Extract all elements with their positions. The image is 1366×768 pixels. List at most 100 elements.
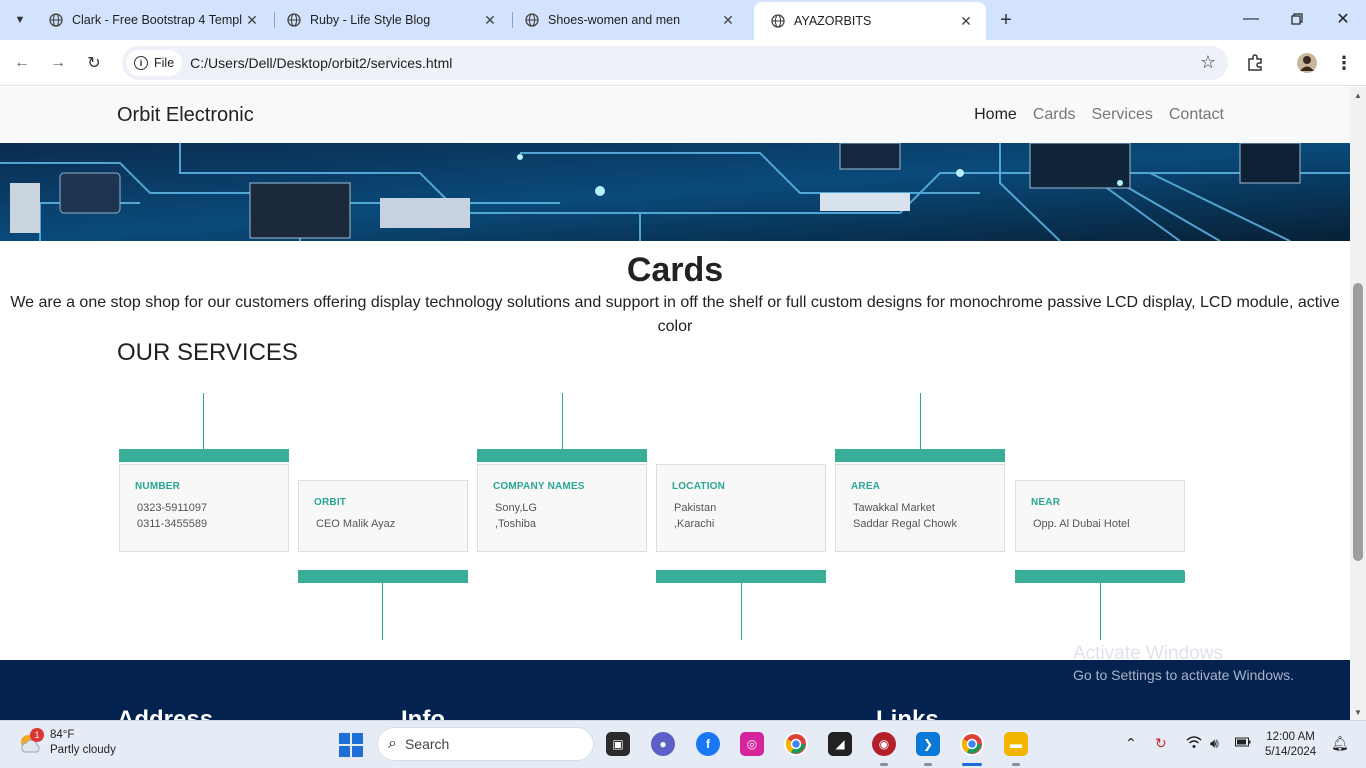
- service-line: Opp. Al Dubai Hotel: [1033, 518, 1130, 530]
- address-bar[interactable]: i File C:/Users/Dell/Desktop/orbit2/serv…: [122, 46, 1228, 80]
- scroll-up-arrow-icon[interactable]: ▲: [1350, 87, 1366, 103]
- sync-icon[interactable]: ↻: [1155, 735, 1167, 752]
- weather-widget[interactable]: 1 84°F Partly cloudy: [18, 728, 116, 758]
- tab-search-chevron-icon[interactable]: ▼: [8, 8, 32, 32]
- nav-cards[interactable]: Cards: [1033, 106, 1076, 124]
- timeline-bar: [298, 570, 468, 583]
- extensions-puzzle-icon[interactable]: [1244, 52, 1266, 74]
- close-tab-icon[interactable]: ✕: [956, 11, 976, 31]
- tab-ruby[interactable]: Ruby - Life Style Blog ✕: [270, 0, 510, 40]
- minimize-icon[interactable]: —: [1240, 8, 1262, 30]
- nav-services[interactable]: Services: [1092, 106, 1153, 124]
- windows-start-icon[interactable]: [339, 733, 363, 757]
- camera-app-icon[interactable]: ◉: [872, 732, 896, 756]
- volume-icon[interactable]: 🔊︎: [1210, 735, 1219, 752]
- page-viewport: Orbit Electronic Home Cards Services Con…: [0, 87, 1350, 720]
- service-card-company-names: COMPANY NAMES Sony,LG ,Toshiba: [477, 464, 647, 552]
- bookmark-star-icon[interactable]: ☆: [1200, 52, 1216, 73]
- nav-links: Home Cards Services Contact: [974, 106, 1224, 124]
- running-indicator: [1012, 763, 1020, 766]
- vscode-icon[interactable]: ❯: [916, 732, 940, 756]
- menu-kebab-icon[interactable]: ⋮: [1333, 52, 1355, 74]
- timeline-bar: [656, 570, 826, 583]
- timeline-bar: [119, 449, 289, 462]
- tab-shoes[interactable]: Shoes-women and men ✕: [508, 0, 748, 40]
- activate-windows-watermark: Activate Windows Go to Settings to activ…: [1073, 643, 1294, 683]
- active-app-indicator: [962, 763, 982, 766]
- service-title: COMPANY NAMES: [493, 481, 585, 492]
- service-line: CEO Malik Ayaz: [316, 518, 396, 530]
- footer-heading-links: Links: [876, 706, 939, 720]
- tab-clark[interactable]: Clark - Free Bootstrap 4 Templa ✕: [32, 0, 272, 40]
- meet-chat-icon[interactable]: ●: [651, 732, 675, 756]
- timeline-stem: [920, 393, 921, 449]
- timeline-bar: [835, 449, 1005, 462]
- back-arrow-icon[interactable]: ←: [10, 51, 34, 75]
- footer-heading-info: Info: [401, 706, 445, 720]
- service-line: Saddar Regal Chowk: [853, 518, 957, 530]
- new-tab-icon[interactable]: +: [995, 9, 1017, 31]
- chrome-icon[interactable]: [784, 732, 808, 756]
- running-indicator: [924, 763, 932, 766]
- service-title: NEAR: [1031, 497, 1061, 508]
- restore-icon[interactable]: [1286, 8, 1308, 30]
- notification-badge: 1: [30, 728, 44, 742]
- service-line: 0311-3455589: [137, 518, 208, 530]
- service-line: 0323-5911097: [137, 502, 208, 514]
- info-icon: i: [134, 56, 148, 70]
- battery-icon[interactable]: [1235, 735, 1251, 751]
- file-explorer-icon[interactable]: ▬: [1004, 732, 1028, 756]
- browser-toolbar: ← → ↻ i File C:/Users/Dell/Desktop/orbit…: [0, 40, 1366, 86]
- wifi-icon[interactable]: [1186, 735, 1202, 752]
- close-tab-icon[interactable]: ✕: [718, 10, 738, 30]
- forward-arrow-icon[interactable]: →: [46, 51, 70, 75]
- timeline-stem: [382, 583, 383, 640]
- instagram-icon[interactable]: ◎: [740, 732, 764, 756]
- service-title: LOCATION: [672, 481, 726, 492]
- notification-bell-icon[interactable]: 🔔︎: [1331, 735, 1349, 752]
- site-chip-label: File: [154, 56, 175, 70]
- site-info-chip[interactable]: i File: [126, 50, 183, 76]
- nav-contact[interactable]: Contact: [1169, 106, 1224, 124]
- taskbar-search[interactable]: ⌕ Search: [377, 727, 594, 761]
- close-tab-icon[interactable]: ✕: [242, 10, 262, 30]
- sticky-notes-icon[interactable]: ◢: [828, 732, 852, 756]
- timeline-stem: [1100, 583, 1101, 640]
- profile-avatar[interactable]: [1296, 52, 1318, 74]
- page-scrollbar[interactable]: ▲ ▼: [1350, 87, 1366, 720]
- site-navbar: Orbit Electronic Home Cards Services Con…: [0, 87, 1350, 143]
- chrome-profile-icon[interactable]: [960, 732, 984, 756]
- tab-ayazorbits[interactable]: AYAZORBITS ✕: [754, 2, 986, 40]
- running-indicator: [880, 763, 888, 766]
- globe-icon: [286, 12, 302, 28]
- service-card-area: AREA Tawakkal Market Saddar Regal Chowk: [835, 464, 1005, 552]
- scrollbar-thumb[interactable]: [1353, 283, 1363, 561]
- activate-subtitle: Go to Settings to activate Windows.: [1073, 667, 1294, 683]
- clock-time: 12:00 AM: [1266, 731, 1315, 743]
- service-title: AREA: [851, 481, 881, 492]
- service-title: ORBIT: [314, 497, 347, 508]
- reload-icon[interactable]: ↻: [82, 51, 106, 75]
- tray-chevron-up-icon[interactable]: ⌃: [1125, 735, 1137, 752]
- site-brand[interactable]: Orbit Electronic: [117, 104, 254, 127]
- service-card-number: NUMBER 0323-5911097 0311-3455589: [119, 464, 289, 552]
- service-card-location: LOCATION Pakistan ,Karachi: [656, 464, 826, 552]
- timeline-bar: [1015, 570, 1185, 583]
- close-window-icon[interactable]: ✕: [1332, 8, 1354, 30]
- tab-title: Clark - Free Bootstrap 4 Templa: [72, 13, 242, 27]
- globe-icon: [48, 12, 64, 28]
- activate-title: Activate Windows: [1073, 643, 1223, 664]
- close-tab-icon[interactable]: ✕: [480, 10, 500, 30]
- service-line: Sony,LG: [495, 502, 537, 514]
- search-icon: ⌕: [388, 735, 397, 752]
- clock-date: 5/14/2024: [1265, 746, 1317, 758]
- nav-home[interactable]: Home: [974, 106, 1017, 124]
- weather-temp: 84°F: [50, 729, 75, 741]
- weather-desc: Partly cloudy: [50, 744, 116, 756]
- scroll-down-arrow-icon[interactable]: ▼: [1350, 704, 1366, 720]
- url-text[interactable]: C:/Users/Dell/Desktop/orbit2/services.ht…: [190, 55, 452, 71]
- facebook-icon[interactable]: f: [696, 732, 720, 756]
- task-view-icon[interactable]: ▣: [606, 732, 630, 756]
- service-line: ,Karachi: [674, 518, 715, 530]
- system-clock[interactable]: 12:00 AM 5/14/2024: [1265, 730, 1316, 760]
